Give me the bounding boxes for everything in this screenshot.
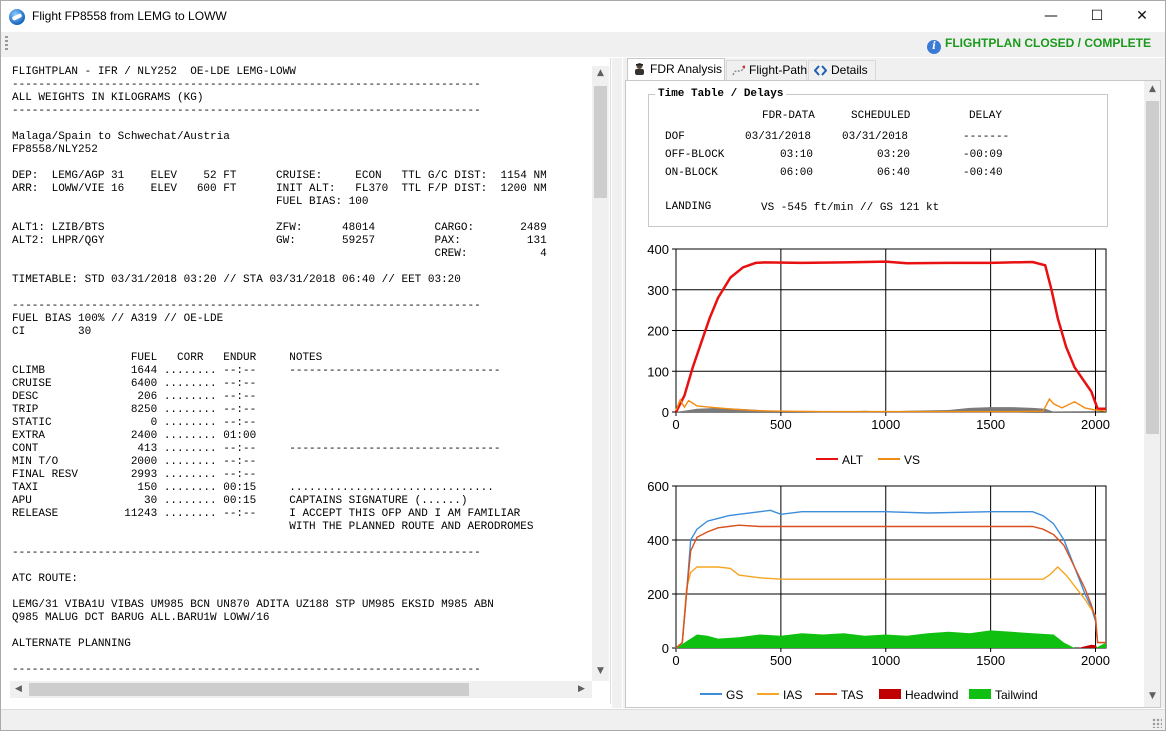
application-window: Flight FP8558 from LEMG to LOWW — ☐ ✕ iF… (0, 0, 1166, 731)
on-block-fdr: 06:00 (780, 167, 814, 179)
tailwind-series (676, 630, 1106, 648)
analysis-vertical-scrollbar[interactable]: ▲ ▼ (1144, 81, 1160, 707)
landing-label: LANDING (665, 201, 712, 213)
altitude-vs-chart: 0 500 1000 1500 2000 0 100 200 300 400 ALT VS (647, 242, 1110, 467)
pilot-icon (635, 63, 644, 75)
scroll-up-icon[interactable]: ▲ (592, 68, 609, 78)
tab-label: FDR Analysis (650, 62, 723, 76)
alt-series (674, 260, 1106, 413)
header-fdr-data: FDR-DATA (762, 110, 815, 122)
status-toolbar: i FLIGHTPLAN CLOSED / COMPLETE (1, 32, 1165, 57)
x-tick-label: 0 (672, 417, 679, 432)
x-tick-label: 2000 (1081, 417, 1110, 432)
flightplan-status: i FLIGHTPLAN CLOSED / COMPLETE (927, 36, 1151, 54)
tas-series (675, 524, 1106, 649)
legend-swatch (969, 689, 991, 699)
flightplan-text-pane[interactable]: FLIGHTPLAN - IFR / NLY252 OE-LDE LEMG-LO… (2, 58, 611, 704)
tab-label: Flight-Path (749, 63, 808, 77)
scroll-down-icon[interactable]: ▼ (1144, 691, 1160, 701)
landing-value: VS -545 ft/min // GS 121 kt (761, 202, 940, 214)
x-tick-label: 1500 (976, 417, 1005, 432)
row-label-off-block: OFF-BLOCK (665, 149, 725, 161)
dof-delay: ------- (963, 131, 1010, 143)
legend-label: GS (726, 688, 743, 702)
resize-grip-icon[interactable] (1152, 718, 1162, 728)
legend-label: Tailwind (995, 688, 1038, 702)
x-tick-label: 1500 (976, 653, 1005, 668)
timetable-legend: Time Table / Delays (655, 88, 787, 100)
x-tick-label: 0 (672, 653, 679, 668)
y-tick-label: 400 (647, 242, 669, 257)
off-block-scheduled: 03:20 (877, 149, 911, 161)
y-tick-label: 200 (647, 587, 669, 602)
maximize-button[interactable]: ☐ (1074, 1, 1120, 32)
row-label-on-block: ON-BLOCK (665, 167, 718, 179)
x-tick-label: 500 (770, 653, 792, 668)
off-block-delay: -00:09 (963, 149, 1003, 161)
y-tick-label: 600 (647, 479, 669, 494)
legend-label: IAS (783, 688, 802, 702)
x-tick-label: 1000 (871, 417, 900, 432)
close-button[interactable]: ✕ (1119, 1, 1165, 32)
pane-splitter[interactable] (612, 58, 622, 708)
legend-label: Headwind (905, 688, 958, 702)
tab-flight-path[interactable]: Flight-Path (726, 60, 807, 80)
flightplan-status-text: FLIGHTPLAN CLOSED / COMPLETE (945, 36, 1151, 50)
tab-fdr-analysis[interactable]: FDR Analysis (627, 58, 725, 80)
analysis-pane: FDR Analysis Flight-Path Details Time Ta… (623, 58, 1165, 708)
scroll-up-icon[interactable]: ▲ (1144, 84, 1160, 94)
legend-swatch (879, 689, 901, 699)
window-title: Flight FP8558 from LEMG to LOWW (32, 9, 227, 23)
y-tick-label: 300 (647, 283, 669, 298)
y-tick-label: 200 (647, 324, 669, 339)
flightplan-text: FLIGHTPLAN - IFR / NLY252 OE-LDE LEMG-LO… (12, 66, 547, 676)
route-icon (732, 65, 745, 76)
toolbar-grip-icon[interactable] (5, 36, 8, 52)
status-bar (1, 709, 1165, 730)
minimize-button[interactable]: — (1028, 1, 1074, 32)
title-bar[interactable]: Flight FP8558 from LEMG to LOWW — ☐ ✕ (1, 1, 1165, 32)
scroll-left-icon[interactable]: ◀ (10, 684, 27, 694)
tab-label: Details (831, 63, 868, 77)
row-label-dof: DOF (665, 131, 685, 143)
fdr-analysis-panel: Time Table / Delays FDR-DATA SCHEDULED D… (625, 80, 1161, 708)
off-block-fdr: 03:10 (780, 149, 814, 161)
legend-label: VS (904, 453, 920, 467)
info-icon: i (927, 40, 941, 54)
speed-wind-chart: 0 500 1000 1500 2000 0 200 400 600 GS IAS TAS Headwi… (647, 479, 1110, 702)
flightplan-vertical-scrollbar[interactable]: ▲ ▼ (592, 66, 609, 681)
timetable-group: Time Table / Delays FDR-DATA SCHEDULED D… (648, 88, 1108, 227)
y-tick-label: 400 (647, 533, 669, 548)
dof-scheduled: 03/31/2018 (842, 131, 909, 143)
scroll-down-icon[interactable]: ▼ (592, 666, 609, 676)
y-tick-label: 0 (662, 641, 669, 656)
vertical-scroll-thumb[interactable] (1146, 101, 1159, 434)
scroll-right-icon[interactable]: ▶ (573, 684, 590, 694)
header-delay: DELAY (969, 110, 1003, 122)
on-block-delay: -00:40 (963, 167, 1003, 179)
x-tick-label: 1000 (871, 653, 900, 668)
legend-label: TAS (841, 688, 863, 702)
header-scheduled: SCHEDULED (851, 110, 911, 122)
x-tick-label: 500 (770, 417, 792, 432)
legend-label: ALT (842, 453, 864, 467)
horizontal-scroll-thumb[interactable] (29, 683, 469, 696)
plot-frame (675, 485, 1107, 649)
y-tick-label: 100 (647, 364, 669, 379)
code-icon (814, 65, 827, 76)
globe-plane-icon (9, 9, 25, 25)
tab-details[interactable]: Details (808, 60, 876, 80)
flightplan-horizontal-scrollbar[interactable]: ◀ ▶ (10, 681, 592, 698)
x-tick-label: 2000 (1081, 653, 1110, 668)
dof-fdr: 03/31/2018 (745, 131, 812, 143)
y-tick-label: 0 (662, 405, 669, 420)
on-block-scheduled: 06:40 (877, 167, 911, 179)
vertical-scroll-thumb[interactable] (594, 86, 607, 198)
